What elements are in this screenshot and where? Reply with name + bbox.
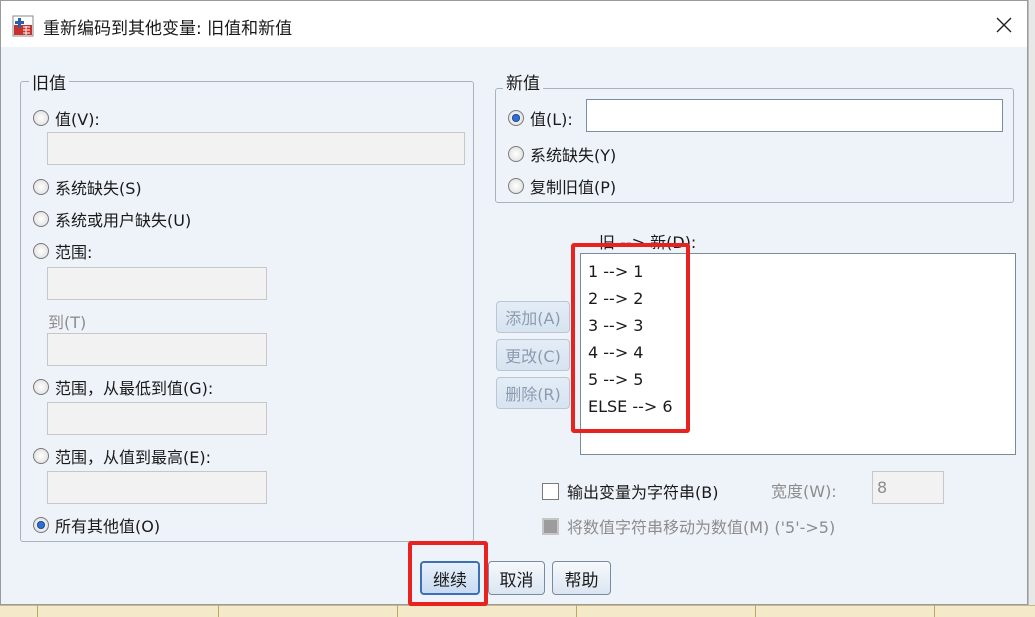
radio-button-selected[interactable] [508, 110, 524, 126]
range-through-label: 到(T) [48, 313, 87, 332]
old-value-radio[interactable]: 值(V): [33, 106, 100, 130]
old-range-lowest-label: 范围，从最低到值(G): [55, 379, 214, 398]
radio-button[interactable] [508, 178, 524, 194]
list-item[interactable]: 4 --> 4 [588, 343, 643, 362]
range-lowest-input[interactable] [47, 402, 267, 435]
title-bar[interactable]: 重新编码到其他变量: 旧值和新值 [1, 1, 1027, 47]
old-system-or-user-missing-radio[interactable]: 系统或用户缺失(U) [33, 207, 191, 231]
add-button[interactable]: 添加(A) [496, 301, 570, 333]
list-item[interactable]: 1 --> 1 [588, 262, 643, 281]
close-button[interactable] [986, 9, 1022, 41]
old-value-legend: 旧值 [29, 69, 69, 94]
list-item[interactable]: 3 --> 3 [588, 316, 643, 335]
new-value-radio[interactable]: 值(L): [508, 106, 573, 130]
old-range-radio[interactable]: 范围: [33, 239, 92, 263]
width-input[interactable]: 8 [872, 471, 944, 504]
old-all-other-radio[interactable]: 所有其他值(O) [33, 513, 160, 537]
checkbox[interactable] [542, 482, 559, 500]
spss-app-icon [12, 15, 34, 37]
new-system-missing-radio[interactable]: 系统缺失(Y) [508, 142, 616, 166]
width-label: 宽度(W): [771, 482, 837, 501]
help-button[interactable]: 帮助 [552, 561, 611, 595]
old-range-highest-radio[interactable]: 范围，从值到最高(E): [33, 444, 211, 468]
radio-button[interactable] [33, 179, 49, 195]
old-range-highest-label: 范围，从值到最高(E): [55, 448, 211, 467]
change-button[interactable]: 更改(C) [496, 339, 570, 371]
radio-button[interactable] [33, 243, 49, 259]
new-value-input[interactable] [586, 99, 1003, 132]
range-to-input[interactable] [47, 333, 267, 366]
continue-button[interactable]: 继续 [420, 561, 480, 595]
old-range-label: 范围: [55, 243, 93, 262]
cancel-button[interactable]: 取消 [488, 561, 545, 595]
close-icon [996, 17, 1012, 33]
radio-button[interactable] [508, 146, 524, 162]
background-cell-divider [397, 605, 398, 617]
background-scrollbar [1028, 0, 1035, 605]
old-system-missing-radio[interactable]: 系统缺失(S) [33, 175, 142, 199]
old-system-missing-label: 系统缺失(S) [55, 179, 142, 198]
radio-button-selected[interactable] [33, 517, 49, 533]
new-copy-old-radio[interactable]: 复制旧值(P) [508, 174, 616, 198]
old-value-input[interactable] [47, 132, 465, 165]
convert-numeric-checkbox[interactable]: 将数值字符串移动为数值(M) ('5'->5) [542, 514, 835, 538]
background-cell-divider [576, 605, 577, 617]
new-value-legend: 新值 [503, 69, 543, 94]
new-value-radio-label: 值(L): [530, 110, 573, 129]
range-highest-input[interactable] [47, 471, 267, 504]
output-string-label: 输出变量为字符串(B) [567, 483, 719, 502]
new-copy-old-label: 复制旧值(P) [530, 178, 617, 197]
old-value-radio-label: 值(V): [55, 110, 100, 129]
range-from-input[interactable] [47, 267, 267, 300]
background-cell-divider [934, 605, 935, 617]
background-cell-divider [37, 605, 38, 617]
list-item[interactable]: ELSE --> 6 [588, 397, 673, 416]
convert-numeric-label: 将数值字符串移动为数值(M) ('5'->5) [567, 518, 836, 537]
mapping-list-label: 旧 --> 新(D): [599, 233, 697, 252]
mapping-listbox[interactable]: 1 --> 1 2 --> 2 3 --> 3 4 --> 4 5 --> 5 … [580, 253, 1016, 455]
list-item[interactable]: 5 --> 5 [588, 370, 643, 389]
output-string-checkbox[interactable]: 输出变量为字符串(B) [542, 479, 718, 503]
radio-button[interactable] [33, 379, 49, 395]
background-cell-divider [755, 605, 756, 617]
recode-dialog: 重新编码到其他变量: 旧值和新值 旧值 值(V): 系统缺失(S) 系统或用户缺… [0, 0, 1028, 605]
list-item[interactable]: 2 --> 2 [588, 289, 643, 308]
old-range-lowest-radio[interactable]: 范围，从最低到值(G): [33, 375, 213, 399]
new-system-missing-label: 系统缺失(Y) [530, 146, 617, 165]
radio-button[interactable] [33, 211, 49, 227]
window-title: 重新编码到其他变量: 旧值和新值 [43, 19, 293, 39]
old-all-other-label: 所有其他值(O) [55, 517, 161, 536]
checkbox-disabled[interactable] [542, 517, 559, 535]
remove-button[interactable]: 删除(R) [496, 377, 570, 409]
radio-button[interactable] [33, 110, 49, 126]
old-system-or-user-missing-label: 系统或用户缺失(U) [55, 211, 192, 230]
radio-button[interactable] [33, 448, 49, 464]
background-data-row [0, 605, 1035, 617]
background-cell-divider [218, 605, 219, 617]
